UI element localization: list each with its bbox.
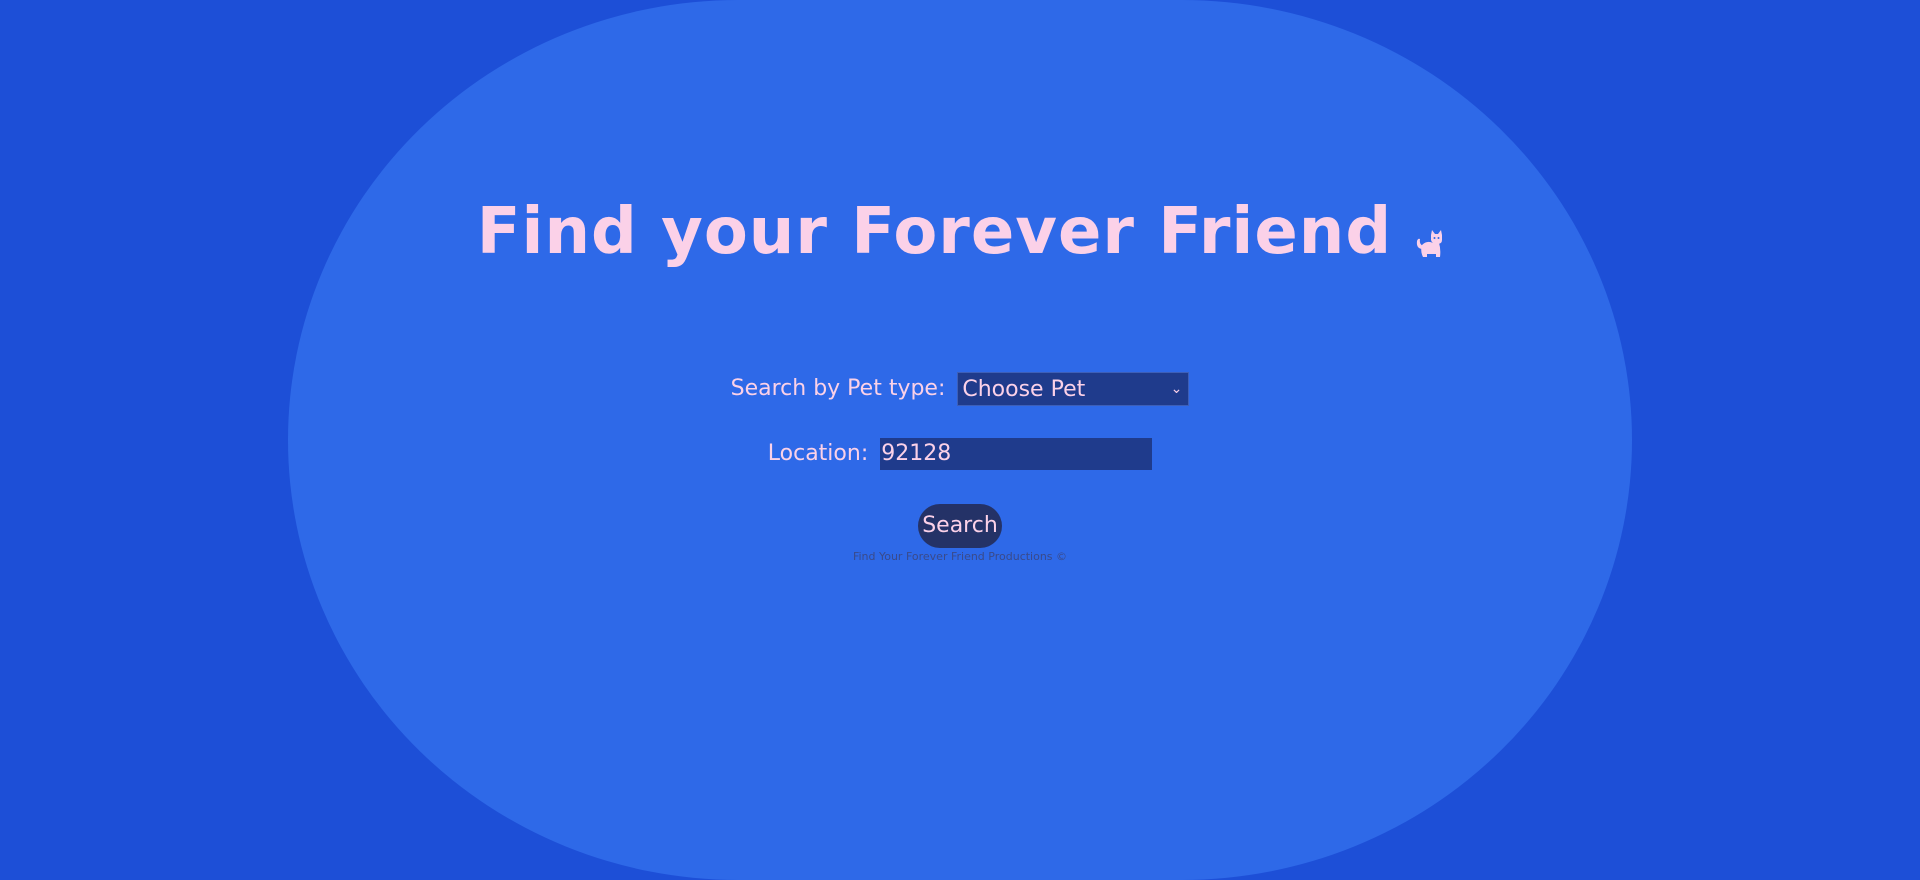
location-input[interactable]: 92128: [880, 438, 1153, 470]
pet-type-label: Search by Pet type:: [730, 376, 946, 401]
cat-icon: [1415, 229, 1443, 259]
location-row: Location: 92128: [0, 437, 1920, 471]
page-title: Find your Forever Friend: [476, 195, 1393, 269]
chevron-down-icon: ⌄: [1170, 381, 1183, 397]
search-form: Search by Pet type: Choose Pet ⌄ Locatio…: [0, 372, 1920, 564]
search-button-row: Search: [0, 504, 1920, 548]
search-button[interactable]: Search: [918, 504, 1002, 548]
pet-type-select[interactable]: Choose Pet ⌄: [957, 372, 1190, 406]
header: Find your Forever Friend: [0, 192, 1920, 272]
footer-text: Find Your Forever Friend Productions ©: [852, 550, 1068, 563]
page-content: Find your Forever Friend Search by Pet t…: [0, 0, 1920, 880]
pet-type-row: Search by Pet type: Choose Pet ⌄: [0, 372, 1920, 406]
pet-type-selected-value: Choose Pet: [962, 377, 1086, 402]
location-label: Location:: [767, 441, 869, 466]
